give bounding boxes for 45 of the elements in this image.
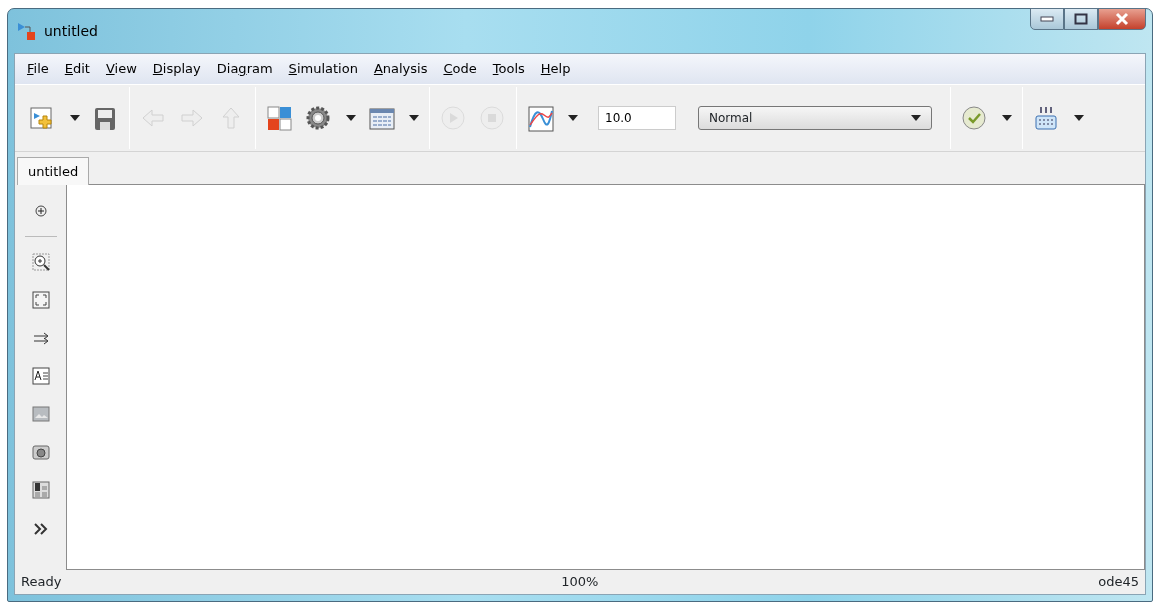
caret-icon <box>70 115 80 121</box>
simulation-mode-dropdown[interactable]: Normal <box>698 106 932 130</box>
status-text: Ready <box>21 573 62 592</box>
close-icon <box>1114 12 1130 26</box>
zoom-icon <box>31 253 50 271</box>
caret-icon <box>911 115 921 121</box>
double-chevron-icon <box>33 520 48 536</box>
image-icon <box>31 405 50 423</box>
caret-icon <box>1002 115 1012 121</box>
menu-item[interactable]: Help <box>532 57 579 81</box>
menu-item[interactable]: Diagram <box>208 57 281 81</box>
tab[interactable]: untitled <box>17 156 90 185</box>
settings-icon <box>305 104 332 132</box>
minimize-icon <box>1040 16 1054 22</box>
menu-item[interactable]: Edit <box>56 57 98 81</box>
minimize-button[interactable] <box>1030 8 1064 30</box>
zoom-level: 100% <box>561 573 599 592</box>
menu-item[interactable]: Code <box>435 57 485 81</box>
caret-icon <box>346 115 356 121</box>
caret-icon <box>409 115 419 121</box>
window-title: untitled <box>44 21 98 41</box>
area-icon <box>31 481 50 499</box>
signal-plot-icon <box>527 104 554 132</box>
menu-item[interactable]: View <box>97 57 145 81</box>
close-button[interactable] <box>1098 8 1146 30</box>
menu-item[interactable]: Display <box>144 57 209 81</box>
hide-browser-icon <box>33 204 48 218</box>
stop-time-field[interactable]: 10.0 <box>598 106 676 130</box>
fit-to-view-icon <box>31 291 50 309</box>
menu-item[interactable]: Simulation <box>280 57 366 81</box>
build-grid-icon <box>1033 104 1060 132</box>
menu-item[interactable]: Analysis <box>365 57 436 81</box>
caret-icon <box>1074 115 1084 121</box>
maximize-icon <box>1074 13 1088 25</box>
annotation-icon <box>31 367 50 385</box>
caret-icon <box>568 115 578 121</box>
camera-icon <box>31 443 50 461</box>
arrows-icon <box>32 330 49 346</box>
solver-name: ode45 <box>1098 573 1139 592</box>
menu-item[interactable]: File <box>19 57 57 81</box>
block-grid-icon <box>266 104 293 132</box>
check-circle-icon <box>961 104 988 132</box>
maximize-button[interactable] <box>1064 8 1098 30</box>
app-icon <box>16 20 38 42</box>
menu-item[interactable]: Tools <box>484 57 533 81</box>
